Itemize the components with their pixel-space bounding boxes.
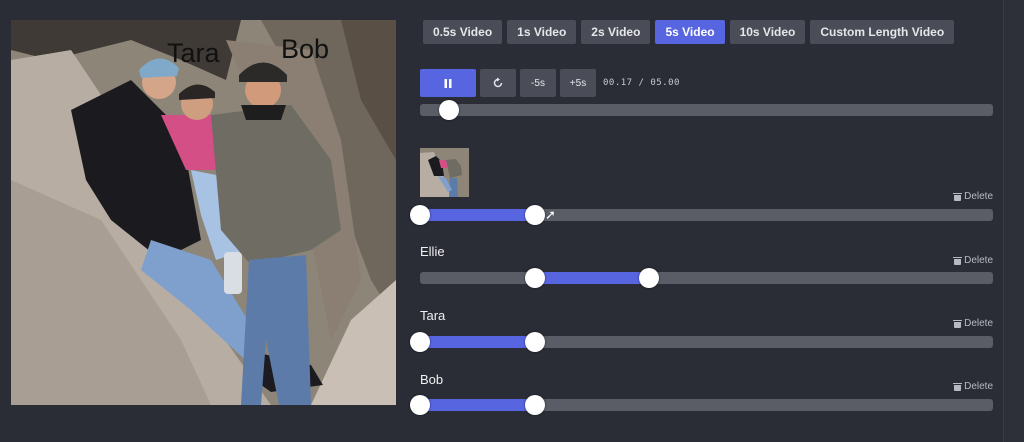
delete-track-ellie-button[interactable]: Delete bbox=[953, 255, 993, 266]
range-start-knob[interactable] bbox=[410, 332, 430, 352]
pause-icon bbox=[444, 78, 452, 88]
photo-image bbox=[11, 20, 396, 405]
playback-scrubber[interactable] bbox=[420, 100, 993, 120]
tab-2s-video[interactable]: 2s Video bbox=[581, 20, 651, 44]
video-preview: Tara Bob bbox=[11, 20, 396, 405]
delete-track-tara-button[interactable]: Delete bbox=[953, 318, 993, 329]
delete-label: Delete bbox=[964, 191, 993, 202]
track-name-ellie: Ellie bbox=[420, 244, 445, 259]
restart-icon bbox=[493, 77, 503, 88]
range-fill bbox=[534, 272, 650, 284]
trash-icon bbox=[953, 256, 963, 265]
mouse-cursor-icon: ➚ bbox=[545, 207, 556, 222]
duration-tabs: 0.5s Video 1s Video 2s Video 5s Video 10… bbox=[423, 20, 955, 44]
pause-button[interactable] bbox=[420, 69, 476, 97]
range-fill bbox=[420, 399, 535, 411]
range-start-knob[interactable] bbox=[410, 395, 430, 415]
tab-5s-video[interactable]: 5s Video bbox=[655, 20, 725, 44]
tab-1s-video[interactable]: 1s Video bbox=[507, 20, 577, 44]
range-end-knob[interactable] bbox=[524, 395, 545, 415]
playhead-knob[interactable] bbox=[439, 100, 460, 120]
track-range-slider[interactable] bbox=[410, 205, 993, 225]
tab-0-5s-video[interactable]: 0.5s Video bbox=[423, 20, 503, 44]
track-range-slider-ellie[interactable] bbox=[420, 268, 993, 288]
delete-track-bob-button[interactable]: Delete bbox=[953, 381, 993, 392]
tab-custom-length-video[interactable]: Custom Length Video bbox=[810, 20, 955, 44]
delete-track-button[interactable]: Delete bbox=[953, 191, 993, 202]
window-divider bbox=[1003, 0, 1004, 442]
timecode: 00.17 / 05.00 bbox=[603, 78, 680, 88]
delete-label: Delete bbox=[964, 381, 993, 392]
tab-10s-video[interactable]: 10s Video bbox=[729, 20, 806, 44]
track-thumbnail bbox=[420, 148, 469, 197]
window-edge bbox=[1003, 0, 1024, 442]
delete-label: Delete bbox=[964, 318, 993, 329]
range-start-knob[interactable] bbox=[410, 205, 430, 225]
trash-icon bbox=[953, 192, 963, 201]
track-name-tara: Tara bbox=[420, 308, 446, 323]
track-name-bob: Bob bbox=[420, 372, 444, 387]
range-end-knob[interactable] bbox=[524, 205, 545, 225]
playback-controls: -5s +5s bbox=[420, 69, 596, 97]
delete-label: Delete bbox=[964, 255, 993, 266]
range-fill bbox=[420, 209, 535, 221]
range-end-knob[interactable] bbox=[639, 268, 660, 288]
range-fill bbox=[420, 336, 535, 348]
trash-icon bbox=[953, 319, 963, 328]
track-range-slider-tara[interactable] bbox=[410, 332, 993, 352]
trash-icon bbox=[953, 382, 963, 391]
thumbnail-image bbox=[420, 148, 469, 197]
range-start-knob[interactable] bbox=[524, 268, 545, 288]
range-end-knob[interactable] bbox=[524, 332, 545, 352]
restart-button[interactable] bbox=[480, 69, 516, 97]
forward-5s-button[interactable]: +5s bbox=[560, 69, 596, 97]
track-range-slider-bob[interactable] bbox=[410, 395, 993, 415]
photo-label-bob: Bob bbox=[281, 34, 330, 64]
rewind-5s-button[interactable]: -5s bbox=[520, 69, 556, 97]
photo-label-tara: Tara bbox=[167, 38, 220, 68]
